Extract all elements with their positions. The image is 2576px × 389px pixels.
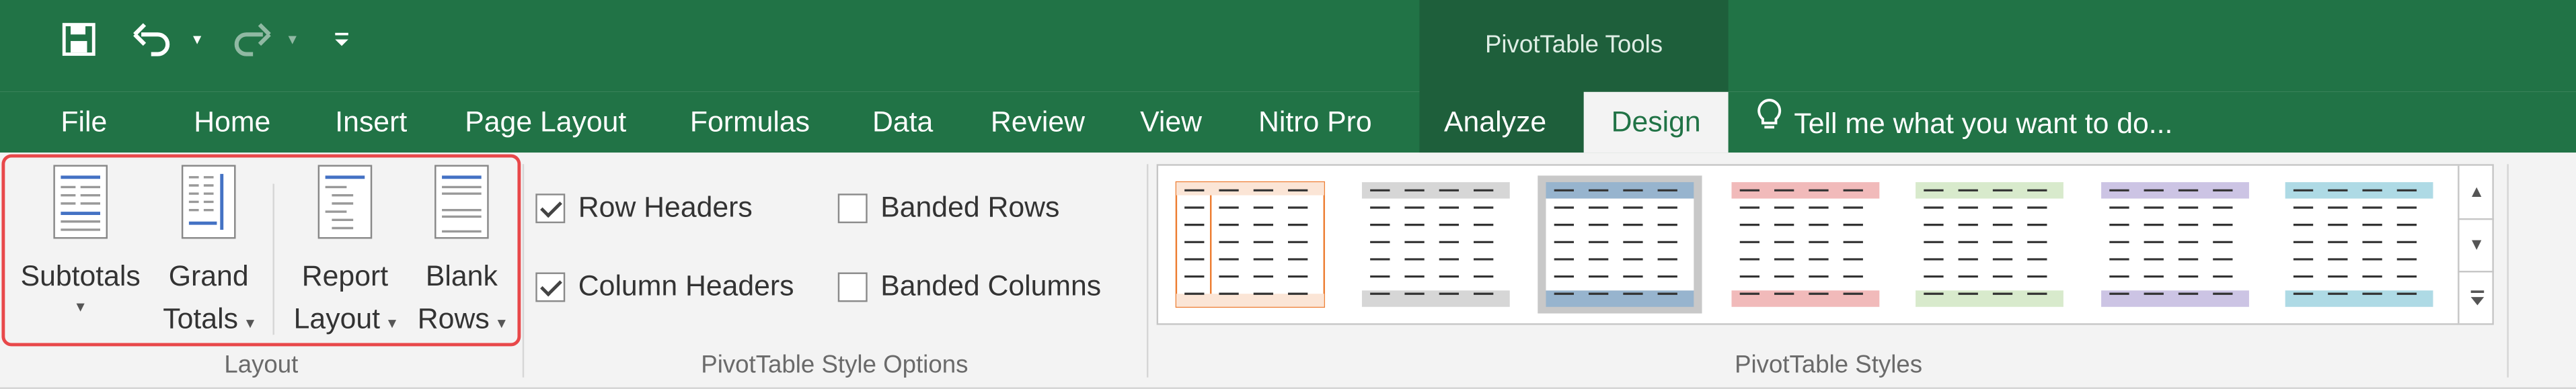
- styles-group-label: PivotTable Styles: [1735, 351, 1923, 380]
- group-separator: [1146, 164, 1149, 378]
- chevron-down-icon: ▾: [497, 314, 506, 333]
- style-purple[interactable]: [2092, 175, 2257, 313]
- gallery-more-icon[interactable]: [2458, 271, 2494, 324]
- report-layout-label-line2: Layout: [293, 302, 381, 335]
- lightbulb-icon: [1755, 93, 1784, 152]
- style-red[interactable]: [1722, 175, 1887, 313]
- undo-dropdown-icon[interactable]: ▾: [187, 16, 206, 62]
- gallery-scroll-up-icon[interactable]: ▲: [2458, 165, 2494, 218]
- style-thumbnail-icon: [1175, 181, 1325, 308]
- report-layout-label-line1: Report: [301, 259, 389, 292]
- checkbox-checked-icon: [535, 271, 566, 302]
- customize-qat-icon[interactable]: [329, 16, 355, 62]
- checkbox-checked-icon: [535, 193, 566, 222]
- tab-file[interactable]: File: [56, 92, 112, 153]
- group-separator: [522, 164, 525, 378]
- style-thumbnail-icon: [2285, 182, 2433, 307]
- blank-rows-button[interactable]: Blank Rows ▾: [411, 164, 513, 346]
- grand-totals-label-line2-wrap: Totals ▾: [157, 297, 259, 346]
- layout-group-label: Layout: [224, 351, 299, 380]
- group-separator: [2507, 164, 2509, 378]
- tab-data[interactable]: Data: [868, 92, 938, 153]
- grand-totals-label-line2: Totals: [163, 302, 238, 335]
- style-options-group-label: PivotTable Style Options: [701, 351, 969, 380]
- style-orange-outline[interactable]: [1168, 175, 1332, 313]
- gallery-scroll-down-icon[interactable]: ▼: [2458, 218, 2494, 271]
- tab-nitro-pro[interactable]: Nitro Pro: [1254, 92, 1377, 153]
- style-green[interactable]: [1907, 175, 2072, 313]
- chevron-down-icon: ▾: [387, 314, 397, 333]
- pivottable-styles-gallery: ▲ ▼: [1156, 164, 2494, 325]
- blank-rows-label-line2-wrap: Rows ▾: [411, 297, 513, 346]
- context-tab-group-label: PivotTable Tools: [1484, 31, 1663, 59]
- layout-inner-separator: [272, 183, 274, 335]
- style-blue[interactable]: [1538, 175, 1702, 314]
- style-thumbnail-icon: [1546, 182, 1694, 307]
- tab-design[interactable]: Design: [1583, 91, 1729, 153]
- redo-icon[interactable]: [227, 16, 276, 62]
- column-headers-checkbox[interactable]: Column Headers: [535, 269, 794, 304]
- banded-columns-checkbox[interactable]: Banded Columns: [837, 269, 1102, 304]
- subtotals-button[interactable]: Subtotals ▾: [10, 164, 151, 320]
- row-headers-checkbox[interactable]: Row Headers: [535, 190, 753, 224]
- grand-totals-button[interactable]: Grand Totals ▾: [157, 164, 259, 346]
- chevron-down-icon: ▾: [76, 298, 85, 317]
- title-bar: [0, 0, 2576, 92]
- checkbox-unchecked-icon: [837, 193, 868, 222]
- blank-rows-icon: [411, 164, 513, 251]
- tell-me-text: Tell me what you want to do...: [1794, 105, 2173, 139]
- tab-insert[interactable]: Insert: [330, 92, 412, 153]
- report-layout-label-line2-wrap: Layout ▾: [282, 297, 408, 346]
- row-headers-label: Row Headers: [578, 190, 753, 224]
- blank-rows-label-line2: Rows: [417, 302, 490, 335]
- column-headers-label: Column Headers: [578, 269, 794, 302]
- style-gray[interactable]: [1353, 175, 1517, 313]
- style-thumbnail-icon: [2100, 182, 2248, 307]
- checkbox-unchecked-icon: [837, 271, 868, 302]
- tab-review[interactable]: Review: [986, 92, 1090, 153]
- tell-me-box[interactable]: Tell me what you want to do...: [1755, 92, 2173, 153]
- subtotals-label: Subtotals: [20, 259, 141, 292]
- report-layout-button[interactable]: Report Layout ▾: [282, 164, 408, 346]
- blank-rows-label-line1: Blank: [425, 259, 498, 292]
- subtotals-icon: [10, 164, 151, 251]
- save-icon[interactable]: [56, 16, 102, 62]
- undo-icon[interactable]: [128, 16, 178, 62]
- banded-rows-checkbox[interactable]: Banded Rows: [837, 190, 1060, 224]
- style-thumbnail-icon: [1731, 182, 1879, 307]
- banded-columns-label: Banded Columns: [880, 269, 1102, 302]
- style-thumbnail-icon: [1916, 182, 2063, 307]
- tab-analyze[interactable]: Analyze: [1439, 92, 1552, 153]
- grand-totals-label-line1: Grand: [168, 259, 249, 292]
- grand-totals-icon: [157, 164, 259, 251]
- report-layout-icon: [282, 164, 408, 251]
- tab-home[interactable]: Home: [189, 92, 276, 153]
- tab-page-layout[interactable]: Page Layout: [460, 92, 632, 153]
- banded-rows-label: Banded Rows: [880, 190, 1060, 224]
- style-thumbnail-icon: [1361, 182, 1509, 307]
- tab-view[interactable]: View: [1135, 92, 1207, 153]
- chevron-down-icon: ▾: [245, 314, 255, 333]
- tab-formulas[interactable]: Formulas: [685, 92, 815, 153]
- style-teal[interactable]: [2277, 175, 2441, 313]
- redo-dropdown-icon[interactable]: ▾: [282, 16, 302, 62]
